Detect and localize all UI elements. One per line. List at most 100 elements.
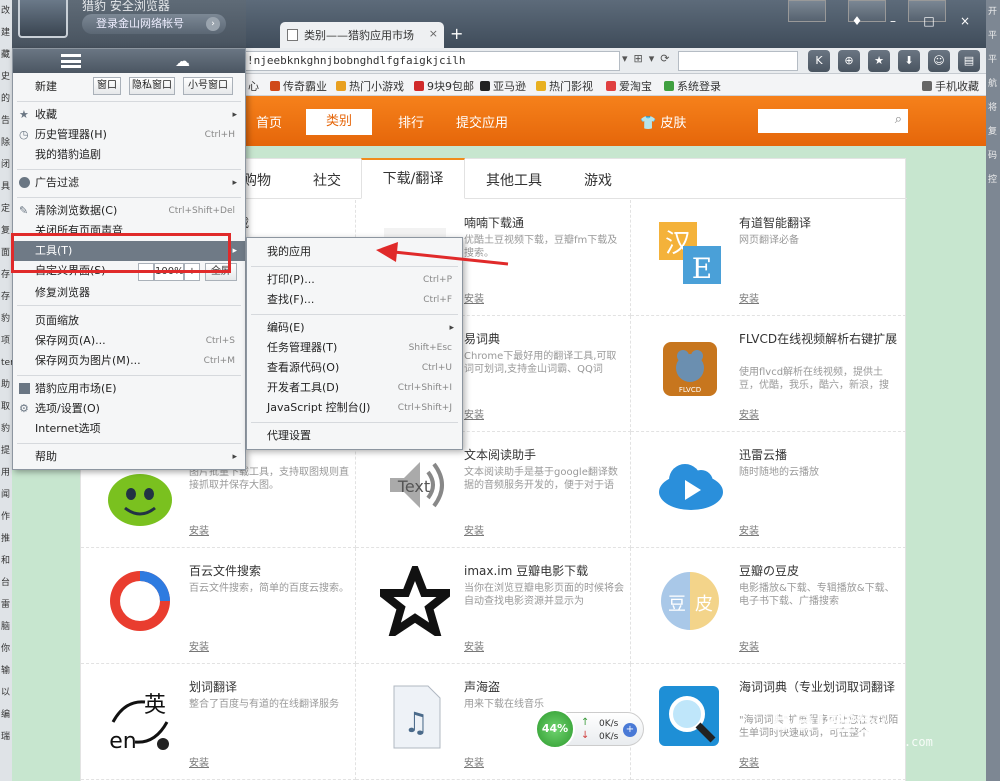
tab-active[interactable]: 类别——猎豹应用市场 × bbox=[280, 22, 444, 48]
bookmark-item[interactable]: 系统登录 bbox=[664, 78, 721, 94]
install-link[interactable]: 安装 bbox=[464, 522, 484, 537]
minimize-icon[interactable]: – bbox=[880, 14, 906, 32]
submenu-item-view-source[interactable]: 查看源代码(O) Ctrl+U bbox=[247, 358, 462, 378]
app-card[interactable]: imax.im 豆瓣电影下载 当你在浏览豆瓣电影页面的时候将会自动查找电影资源并… bbox=[356, 548, 631, 664]
network-speed-widget[interactable]: 44% ↑ ↓ 0K/s 0K/s + bbox=[535, 709, 644, 749]
menu-item-my-series[interactable]: 我的猎豹追剧 bbox=[13, 145, 245, 165]
submenu-item-encoding[interactable]: 编码(E) ▸ bbox=[247, 318, 462, 338]
install-link[interactable]: 安装 bbox=[464, 754, 484, 769]
app-card[interactable]: 豆皮 豆瓣の豆皮 电影播放&下载、专辑播放&下载、电子书下载、广播搜索 安装 bbox=[631, 548, 906, 664]
url-field[interactable]: !njeebknkghnjbobnghdlfgfaigkjcilh bbox=[242, 51, 620, 71]
app-title[interactable]: 迅雷云播 bbox=[739, 448, 899, 463]
new-private-window-button[interactable]: 隐私窗口 bbox=[129, 77, 175, 95]
new-alt-window-button[interactable]: 小号窗口 bbox=[183, 77, 233, 95]
menu-item-help[interactable]: 帮助 ▸ bbox=[13, 447, 245, 467]
menu-item-history[interactable]: ◷ 历史管理器(H) Ctrl+H bbox=[13, 125, 245, 145]
nav-skin[interactable]: 👕 皮肤 bbox=[640, 112, 686, 131]
bookmark-item[interactable]: 传奇霸业 bbox=[270, 78, 327, 94]
install-link[interactable]: 安装 bbox=[739, 754, 759, 769]
dropdown-icon[interactable]: ▾ bbox=[649, 52, 655, 65]
dropdown-icon[interactable]: ▾ bbox=[622, 52, 628, 65]
tab-close-icon[interactable]: × bbox=[429, 27, 438, 40]
app-card[interactable]: 英 en 划词翻译 整合了百度与有道的在线翻译服务 安装 bbox=[81, 664, 356, 780]
nav-submit-app[interactable]: 提交应用 bbox=[456, 112, 508, 131]
app-title[interactable]: imax.im 豆瓣电影下载 bbox=[464, 564, 624, 579]
install-link[interactable]: 安装 bbox=[189, 754, 209, 769]
install-link[interactable]: 安装 bbox=[739, 638, 759, 653]
skin-icon[interactable] bbox=[788, 0, 826, 22]
install-link[interactable]: 安装 bbox=[739, 522, 759, 537]
app-title[interactable]: FLVCD在线视频解析右键扩展 bbox=[739, 332, 899, 347]
tab-shopping[interactable]: 购物 bbox=[243, 170, 271, 190]
app-title[interactable]: 有道智能翻译 bbox=[739, 216, 899, 231]
install-link[interactable]: 安装 bbox=[189, 638, 209, 653]
tab-download-translate[interactable]: 下载/翻译 bbox=[361, 158, 465, 199]
tab-games[interactable]: 游戏 bbox=[584, 170, 612, 190]
nav-category[interactable]: 类别 bbox=[306, 109, 372, 135]
new-window-button[interactable]: 窗口 bbox=[93, 77, 121, 95]
nav-rank[interactable]: 排行 bbox=[398, 112, 424, 131]
refresh-icon[interactable]: ⟳ bbox=[660, 52, 669, 65]
app-card[interactable]: 百云文件搜索 百云文件搜索，简单的百度云搜索。 安装 bbox=[81, 548, 356, 664]
submenu-item-print[interactable]: 打印(P)... Ctrl+P bbox=[247, 270, 462, 290]
lock-icon[interactable]: ⊕ bbox=[838, 50, 860, 72]
menu-item-save-as-image[interactable]: 保存网页为图片(M)... Ctrl+M bbox=[13, 351, 245, 371]
bookmark-item[interactable]: 9块9包邮 bbox=[414, 78, 474, 94]
close-window-icon[interactable]: × bbox=[952, 14, 978, 32]
tab-other-tools[interactable]: 其他工具 bbox=[486, 170, 542, 190]
app-title[interactable]: 易词典 bbox=[464, 332, 624, 347]
app-title[interactable]: 喃喃下载通 bbox=[464, 216, 624, 231]
menu-item-clear-data[interactable]: ✎ 清除浏览数据(C) Ctrl+Shift+Del bbox=[13, 201, 245, 221]
app-title[interactable]: 海词词典（专业划词取词翻译 bbox=[739, 680, 899, 695]
install-link[interactable]: 安装 bbox=[739, 406, 759, 421]
submenu-item-find[interactable]: 查找(F)... Ctrl+F bbox=[247, 290, 462, 310]
bookmark-item[interactable]: 热门影视 bbox=[536, 78, 593, 94]
menu-item-ad-filter[interactable]: 广告过滤 ▸ bbox=[13, 173, 245, 193]
app-title[interactable]: 文本阅读助手 bbox=[464, 448, 624, 463]
install-link[interactable]: 安装 bbox=[739, 290, 759, 305]
menu-item-settings[interactable]: ⚙ 选项/设置(O) bbox=[13, 399, 245, 419]
window-menu-icon[interactable]: ♦ bbox=[844, 14, 870, 32]
menu-list-icon[interactable]: ▤ bbox=[958, 50, 980, 72]
bookmark-item[interactable]: 心 bbox=[248, 78, 259, 94]
menu-item-app-market[interactable]: 猎豹应用市场(E) bbox=[13, 379, 245, 399]
app-title[interactable]: 豆瓣の豆皮 bbox=[739, 564, 899, 579]
app-card[interactable]: FLVCD FLVCD在线视频解析右键扩展 使用flvcd解析在线视频，提供土豆… bbox=[631, 316, 906, 432]
maximize-icon[interactable]: □ bbox=[916, 14, 942, 32]
kingsoft-icon[interactable]: K bbox=[808, 50, 830, 72]
plus-icon[interactable]: + bbox=[623, 723, 637, 737]
menu-item-internet-options[interactable]: Internet选项 bbox=[13, 419, 245, 439]
search-icon[interactable]: ⌕ bbox=[895, 112, 902, 127]
submenu-item-task-manager[interactable]: 任务管理器(T) Shift+Esc bbox=[247, 338, 462, 358]
install-link[interactable]: 安装 bbox=[464, 290, 484, 305]
install-link[interactable]: 安装 bbox=[464, 638, 484, 653]
menu-item-favorites[interactable]: ★ 收藏 ▸ bbox=[13, 105, 245, 125]
login-button[interactable]: › 登录金山网络帐号 bbox=[82, 14, 226, 34]
app-title[interactable]: 划词翻译 bbox=[189, 680, 349, 695]
app-title[interactable]: 百云文件搜索 bbox=[189, 564, 349, 579]
install-link[interactable]: 安装 bbox=[189, 522, 209, 537]
new-tab-button[interactable]: + bbox=[450, 24, 463, 43]
submenu-item-js-console[interactable]: JavaScript 控制台(J) Ctrl+Shift+J bbox=[247, 398, 462, 418]
cloud-upload-icon[interactable]: ☁ bbox=[175, 52, 190, 70]
bookmark-item[interactable]: 亚马逊 bbox=[480, 78, 526, 94]
app-card[interactable]: 汉E 有道智能翻译 网页翻译必备 安装 bbox=[631, 200, 906, 316]
menu-item-repair[interactable]: 修复浏览器 bbox=[13, 283, 245, 303]
search-engine-box[interactable] bbox=[678, 51, 798, 71]
submenu-item-dev-tools[interactable]: 开发者工具(D) Ctrl+Shift+I bbox=[247, 378, 462, 398]
app-card[interactable]: 迅雷云播 随时随地的云播放 安装 bbox=[631, 432, 906, 548]
mobile-bookmarks[interactable]: 手机收藏 bbox=[922, 78, 979, 94]
site-search-input[interactable]: ⌕ bbox=[758, 109, 908, 133]
menu-item-save-page[interactable]: 保存网页(A)... Ctrl+S bbox=[13, 331, 245, 351]
app-title[interactable]: 声海盗 bbox=[464, 680, 624, 695]
grid-icon[interactable]: ⊞ bbox=[634, 52, 643, 65]
submenu-item-proxy[interactable]: 代理设置 bbox=[247, 426, 462, 446]
cheetah-logo[interactable] bbox=[18, 0, 68, 38]
hamburger-icon[interactable] bbox=[61, 54, 81, 68]
favorite-star-icon[interactable]: ★ bbox=[868, 50, 890, 72]
download-icon[interactable]: ⬇ bbox=[898, 50, 920, 72]
bookmark-item[interactable]: 爱淘宝 bbox=[606, 78, 652, 94]
game-icon[interactable]: ☺ bbox=[928, 50, 950, 72]
install-link[interactable]: 安装 bbox=[464, 406, 484, 421]
nav-home[interactable]: 首页 bbox=[256, 112, 282, 131]
